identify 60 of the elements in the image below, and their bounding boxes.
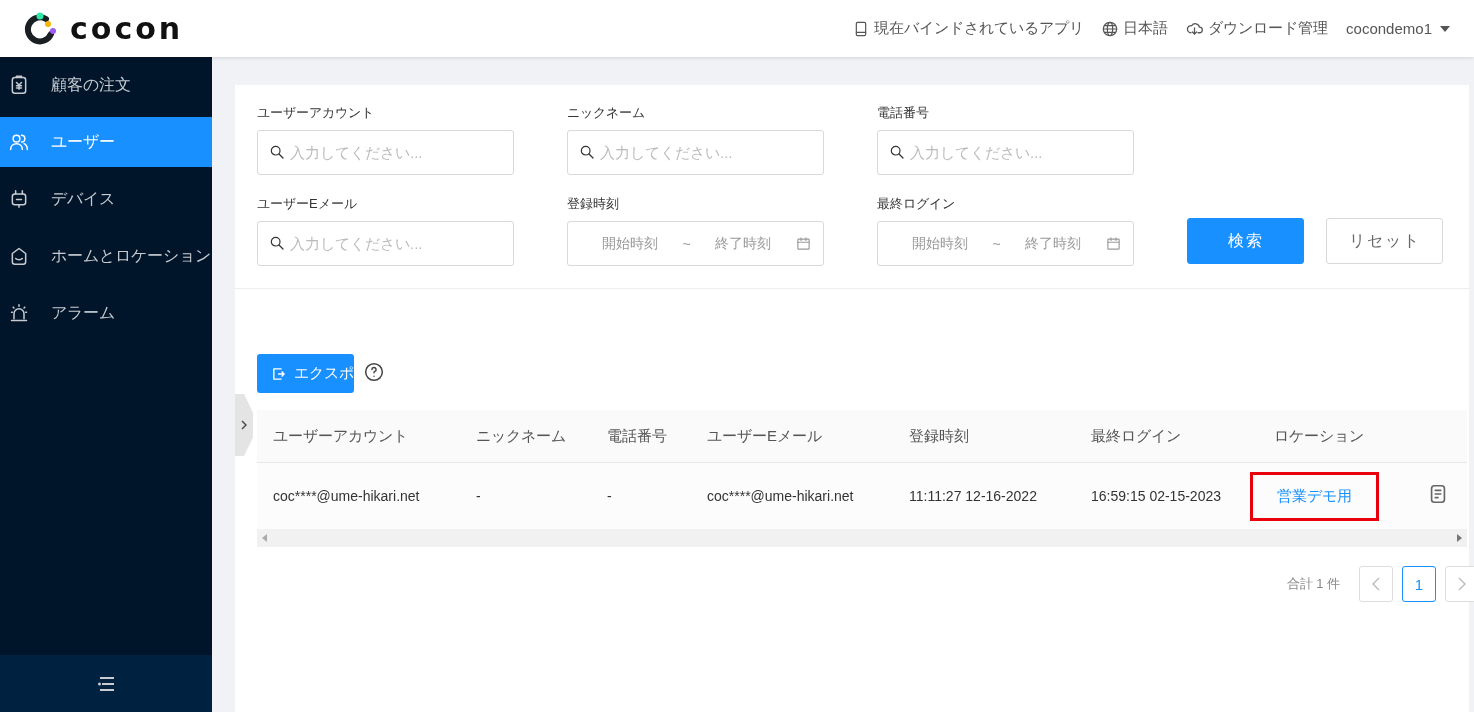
column-header: 電話番号 [606,426,668,446]
column-header: ユーザーEメール [706,426,823,446]
field-label: 最終ログイン [877,195,955,213]
column-header: ユーザーアカウント [272,426,409,446]
sidebar-item[interactable]: 顧客の注文 [0,60,212,110]
header-link[interactable]: 日本語 [1102,19,1169,38]
calendar-icon [1105,236,1121,251]
sidebar-item[interactable]: ホームとロケーション [0,231,212,281]
search-field[interactable]: 入力してください... [567,130,824,175]
calendar-icon [795,236,811,251]
field-label: ユーザーアカウント [257,104,374,122]
horizontal-scrollbar[interactable] [257,529,1467,547]
table-cell-text: - [606,488,613,504]
field-label: ユーザーEメール [257,195,357,213]
logo-text: cocon [70,11,184,46]
sidebar-item[interactable]: アラーム [0,288,212,338]
search-field[interactable]: 入力してください... [257,221,514,266]
table-cell-text: 11:11:27 12-16-2022 [908,488,1038,504]
plug-device-icon [9,189,29,209]
search-icon [269,144,285,160]
column-header: ニックネーム [475,426,567,446]
field-label: 登録時刻 [567,195,619,213]
dropdown-caret-icon[interactable] [1440,24,1450,33]
logo-icon [24,11,58,46]
export-icon [273,366,285,381]
reset-button[interactable]: リセット [1326,218,1443,264]
collapse-menu-icon[interactable] [98,676,114,691]
field-label: ニックネーム [567,104,645,122]
globe-icon [1102,20,1119,37]
search-icon [269,235,285,251]
field-label: 電話番号 [877,104,929,122]
total-count: 合計 1 件 [1286,575,1340,593]
help-icon [364,361,384,382]
chevron-left-icon [1372,577,1380,591]
user-name[interactable]: cocondemo1 [1346,20,1432,37]
column-header: 登録時刻 [908,426,970,446]
next-page-button[interactable] [1445,566,1474,602]
search-field[interactable]: 入力してください... [257,130,514,175]
column-header: 最終ログイン [1090,426,1182,446]
search-field[interactable]: 入力してください... [877,130,1134,175]
search-icon [889,144,905,160]
chevron-right-icon [1458,577,1466,591]
scroll-left-icon[interactable] [262,534,267,542]
table-cell-text: coc****@ume-hikari.net [272,488,421,504]
table-cell-text: 16:59:15 02-15-2023 [1090,488,1222,504]
alarm-light-icon [9,303,29,323]
chevron-right-icon [241,420,247,430]
sidebar-item[interactable]: デバイス [0,174,212,224]
previous-page-button[interactable] [1359,566,1393,602]
receipt-icon [9,75,29,95]
scroll-right-icon[interactable] [1457,534,1462,542]
column-header: ロケーション [1273,426,1365,446]
home-icon [9,246,29,266]
header-link[interactable]: 現在バインドされているアプリ [853,19,1085,38]
cloud-download-icon [1186,20,1204,37]
header-link[interactable]: ダウンロード管理 [1186,19,1329,38]
table-cell-text: coc****@ume-hikari.net [706,488,855,504]
users-icon [9,132,29,152]
table-cell-text: - [475,488,482,504]
search-icon [579,144,595,160]
